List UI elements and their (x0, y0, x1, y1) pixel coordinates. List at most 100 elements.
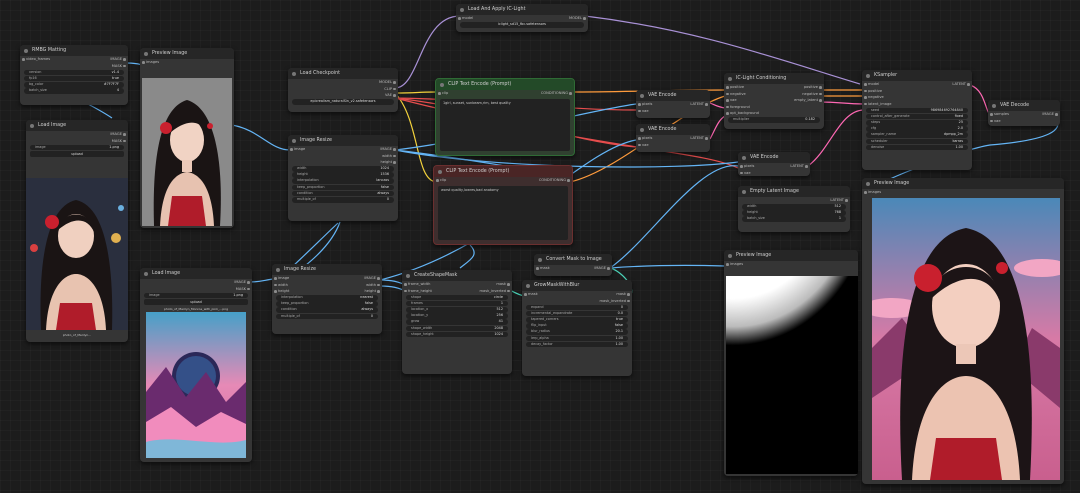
widget-control-after-generate[interactable]: control_after_generate fixed (866, 113, 968, 120)
output-model[interactable]: MODEL (569, 15, 586, 22)
node-vae-encode-2[interactable]: VAE Encode pixels LATENT vae (636, 124, 710, 152)
widget-ckpt-name[interactable]: epicrealism_naturalSin_v2.safetensors (292, 99, 394, 105)
output-mask-inverted[interactable]: mask_inverted (600, 298, 631, 305)
widget-lerp-alpha[interactable]: lerp_alpha 1.00 (526, 335, 628, 342)
node-title: Preview Image (724, 250, 858, 261)
node-clip-text-encode-positive[interactable]: CLIP Text Encode (Prompt) clip CONDITIONI… (435, 78, 575, 156)
input-images[interactable]: images (863, 189, 881, 196)
node-load-image-2[interactable]: Load Image IMAGE MASK image 1.png upload … (140, 268, 252, 462)
input-mask[interactable]: mask (536, 265, 550, 272)
widget-sampler-name[interactable]: sampler_name dpmpp_2m (866, 132, 968, 138)
node-load-apply-iclight[interactable]: Load And Apply IC-Light model MODEL iclig… (456, 4, 588, 32)
widget-keep-proportion[interactable]: keep_proportion false (276, 301, 378, 307)
widget-shape[interactable]: shape circle (406, 294, 508, 301)
input-images[interactable]: images (725, 261, 743, 268)
input-clip[interactable]: clip (435, 177, 446, 184)
input-opt-background[interactable]: opt_background (726, 110, 759, 117)
output-image[interactable]: IMAGE (594, 265, 610, 272)
widget-multiplier[interactable]: multiplier 0.182 (728, 117, 820, 123)
input-vae[interactable]: vae (740, 170, 751, 177)
input-vae[interactable]: vae (990, 118, 1001, 125)
widget-image-select[interactable]: image 1.png (30, 144, 124, 151)
node-grow-mask-with-blur[interactable]: GrowMaskWithBlur mask mask mask_inverted … (522, 280, 632, 376)
widget-condition[interactable]: condition always (292, 190, 394, 197)
node-preview-image-result[interactable]: Preview Image images (862, 178, 1064, 484)
node-empty-latent-image[interactable]: Empty Latent Image LATENT width 512 heigh… (738, 186, 850, 232)
node-iclight-conditioning[interactable]: IC-Light Conditioning positive positive n… (724, 73, 824, 129)
node-preview-image-1[interactable]: Preview Image images (140, 48, 234, 228)
output-mask[interactable]: MASK (112, 63, 127, 70)
input-images[interactable]: images (141, 59, 159, 66)
widget-height[interactable]: height 768 (742, 210, 846, 216)
widget-blur-radius[interactable]: blur_radius 20.1 (526, 329, 628, 335)
output-height[interactable]: height (365, 288, 381, 295)
widget-height[interactable]: height 1536 (292, 172, 394, 178)
output-vae[interactable]: VAE (385, 92, 396, 99)
widget-decay-factor[interactable]: decay_factor 1.00 (526, 341, 628, 348)
upload-button[interactable]: upload (144, 299, 248, 306)
widget-version[interactable]: version v1.4 (24, 69, 124, 76)
node-clip-text-encode-negative[interactable]: CLIP Text Encode (Prompt) clip CONDITIONI… (433, 165, 573, 245)
widget-image-select[interactable]: image 1.png (144, 292, 248, 299)
widget-width[interactable]: width 512 (742, 204, 846, 210)
node-image-resize-2[interactable]: Image Resize image IMAGE width width heigh… (272, 264, 382, 334)
node-title: Image Resize (272, 264, 382, 275)
node-load-checkpoint[interactable]: Load Checkpoint MODEL CLIP VAE epicreali… (288, 68, 398, 112)
node-create-shape-mask[interactable]: CreateShapeMask frame_width mask frame_he… (402, 270, 512, 374)
upload-button[interactable]: upload (30, 151, 124, 158)
widget-expand[interactable]: expand 0 (526, 304, 628, 311)
output-latent[interactable]: LATENT (830, 197, 848, 204)
node-load-image-1[interactable]: Load Image IMAGE MASK image 1.png upload … (26, 120, 128, 342)
input-clip[interactable]: clip (437, 90, 448, 97)
widget-interpolation[interactable]: interpolation lanczos (292, 178, 394, 185)
output-height[interactable]: height (381, 159, 397, 166)
widget-condition[interactable]: condition always (276, 307, 378, 314)
widget-grow[interactable]: grow 41 (406, 319, 508, 325)
input-latent-image[interactable]: latent_image (864, 101, 892, 108)
output-conditioning[interactable]: CONDITIONING (539, 177, 571, 184)
input-vae[interactable]: vae (638, 108, 649, 115)
widget-seed[interactable]: seed 986984692764840 (866, 107, 968, 114)
widget-location-y[interactable]: location_y 256 (406, 313, 508, 319)
prompt-text-negative[interactable]: worst quality,lowres,bad anatomy (438, 185, 568, 240)
output-mask[interactable]: MASK (236, 286, 251, 293)
node-preview-image-mask[interactable]: Preview Image images (724, 250, 858, 476)
output-mask-inverted[interactable]: mask_inverted (480, 288, 511, 295)
widget-width[interactable]: width 1024 (292, 166, 394, 172)
input-model[interactable]: model (457, 15, 473, 22)
widget-frames[interactable]: frames 1 (406, 300, 508, 307)
node-convert-mask-to-image[interactable]: Convert Mask to Image mask IMAGE (534, 254, 612, 276)
widget-interpolation[interactable]: interpolation nearest (276, 295, 378, 301)
widget-batch-size[interactable]: batch_size 4 (24, 88, 124, 94)
widget-cfg[interactable]: cfg 2.0 (866, 126, 968, 132)
widget-tapered-corners[interactable]: tapered_corners true (526, 316, 628, 323)
widget-location-x[interactable]: location_x 512 (406, 306, 508, 313)
widget-multiple-of[interactable]: multiple_of 0 (292, 197, 394, 203)
widget-multiple-of[interactable]: multiple_of 0 (276, 313, 378, 320)
node-ksampler[interactable]: KSampler model LATENT positive negative l… (862, 70, 972, 170)
widget-flip-input[interactable]: flip_input false (526, 323, 628, 329)
widget-bg-color[interactable]: bg_color #7F7F7F (24, 81, 124, 88)
widget-keep-proportion[interactable]: keep_proportion false (292, 184, 394, 191)
input-vae[interactable]: vae (638, 142, 649, 149)
widget-denoise[interactable]: denoise 1.00 (866, 144, 968, 151)
node-vae-encode-3[interactable]: VAE Encode pixels LATENT vae (738, 152, 810, 176)
node-vae-encode-1[interactable]: VAE Encode pixels LATENT vae (636, 90, 710, 118)
input-height[interactable]: height (273, 288, 289, 295)
widget-incremental-expandrate[interactable]: incremental_expandrate 0.0 (526, 310, 628, 317)
output-mask[interactable]: MASK (112, 138, 127, 145)
widget-model-path[interactable]: iclight_sd15_fbc.safetensors (460, 22, 584, 28)
widget-shape-height[interactable]: shape_height 1024 (406, 331, 508, 338)
widget-scheduler[interactable]: scheduler karras (866, 138, 968, 145)
widget-batch-size[interactable]: batch_size 1 (742, 216, 846, 223)
widget-steps[interactable]: steps 25 (866, 119, 968, 126)
input-frame-height[interactable]: frame_height (404, 288, 432, 295)
node-rmbg-matting[interactable]: RMBG Matting video_frames IMAGE MASK vers… (20, 45, 128, 105)
widget-fp16[interactable]: fp16 true (24, 75, 124, 82)
node-vae-decode[interactable]: VAE Decode samples IMAGE vae (988, 100, 1060, 126)
widget-shape-width[interactable]: shape_width 2048 (406, 325, 508, 332)
node-image-resize-1[interactable]: Image Resize image IMAGE width height wid… (288, 135, 398, 221)
node-graph-canvas[interactable]: RMBG Matting video_frames IMAGE MASK vers… (0, 0, 1080, 493)
output-conditioning[interactable]: CONDITIONING (541, 90, 573, 97)
prompt-text-positive[interactable]: 1girl, sunset, sunbeam,rim, best quality (440, 98, 570, 151)
